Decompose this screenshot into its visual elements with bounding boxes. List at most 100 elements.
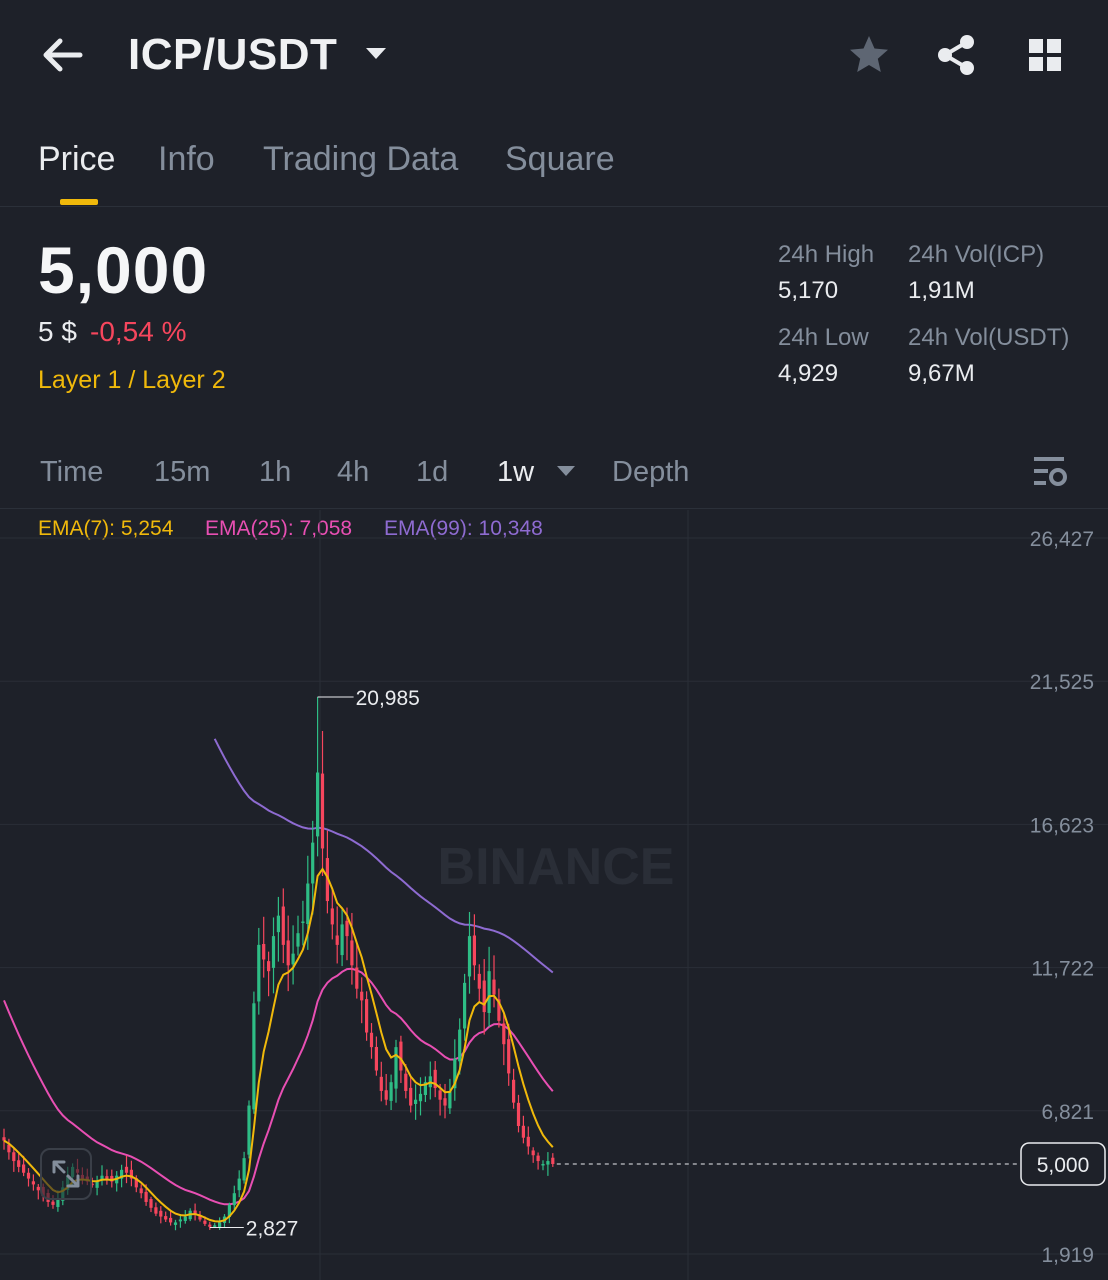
y-tick-label: 6,821 [1041, 1101, 1094, 1124]
interval-depth[interactable]: Depth [612, 456, 689, 489]
favorite-star-icon[interactable] [844, 30, 894, 80]
candle-body [105, 1176, 109, 1179]
chart-settings-icon[interactable] [1030, 452, 1070, 492]
candle-body [12, 1152, 16, 1162]
candle-body [384, 1090, 388, 1100]
pair-title[interactable]: ICP/USDT [128, 30, 337, 80]
candle-body [482, 980, 486, 1013]
candlestick-chart[interactable]: BINANCE 20,985 2,827 5,000 26,427 21,525 16,… [0, 510, 1108, 1280]
last-price: 5,000 [38, 233, 209, 307]
grid-menu-icon[interactable] [1020, 30, 1070, 80]
candle-body [281, 906, 285, 945]
candle-body [149, 1199, 153, 1208]
candle-body [183, 1216, 187, 1221]
candle-body [154, 1207, 158, 1214]
candle-body [374, 1046, 378, 1071]
category-tag[interactable]: Layer 1 / Layer 2 [38, 366, 226, 395]
candle-body [169, 1217, 173, 1223]
candle-body [360, 991, 364, 1001]
candle-body [541, 1163, 545, 1166]
candle-body [526, 1136, 530, 1147]
expand-chart-icon[interactable] [40, 1148, 92, 1200]
interval-caret-icon[interactable] [556, 464, 576, 483]
candle-body [51, 1201, 55, 1205]
candle-body [536, 1155, 540, 1162]
candle-body [463, 982, 467, 1029]
candle-body [502, 1023, 506, 1045]
interval-4h[interactable]: 4h [337, 456, 369, 489]
tab-info[interactable]: Info [158, 140, 215, 179]
y-tick-label: 26,427 [1030, 528, 1094, 551]
candle-body [448, 1090, 452, 1109]
candle-body [345, 920, 349, 937]
candle-body [409, 1087, 413, 1106]
candle-body [22, 1164, 26, 1173]
candle-body [399, 1041, 403, 1071]
back-arrow-icon[interactable] [36, 30, 92, 80]
candle-body [237, 1178, 241, 1191]
candle-body [438, 1090, 442, 1100]
candle-body [389, 1082, 393, 1101]
candle-body [477, 973, 481, 989]
candle-body [350, 940, 354, 966]
candle-body [512, 1079, 516, 1103]
candle-body [139, 1188, 143, 1194]
high-value: 5,170 [778, 277, 839, 304]
candle-body [458, 1029, 462, 1062]
candle-body [311, 842, 315, 884]
candle-body [369, 1032, 374, 1048]
interval-15m[interactable]: 15m [154, 456, 210, 489]
candle-body [467, 936, 472, 977]
candle-body [296, 933, 300, 947]
vol-usdt-label: 24h Vol(USDT) [908, 324, 1070, 351]
candle-body [320, 773, 325, 849]
candle-body [26, 1172, 31, 1179]
price-change-percent: -0,54 % [90, 316, 187, 347]
share-icon[interactable] [932, 30, 982, 80]
candle-body [178, 1219, 182, 1222]
candle-body [124, 1166, 129, 1173]
candle-body [521, 1125, 525, 1138]
interval-time[interactable]: Time [40, 456, 103, 489]
vol-usdt-value: 9,67M [908, 360, 975, 387]
candle-body [173, 1222, 178, 1225]
candle-body [232, 1193, 236, 1206]
candle-body [301, 921, 305, 924]
candle-body [443, 1098, 447, 1106]
tab-trading-data[interactable]: Trading Data [263, 140, 458, 179]
candle-body [262, 944, 266, 960]
interval-1w[interactable]: 1w [497, 456, 534, 489]
candle-body [414, 1099, 418, 1104]
candle-body [257, 944, 261, 1002]
pair-dropdown-caret-icon[interactable] [364, 44, 388, 64]
tab-divider [0, 206, 1108, 207]
candle-body [203, 1220, 207, 1224]
interval-divider [0, 508, 1108, 509]
low-label: 24h Low [778, 324, 869, 351]
active-tab-indicator [60, 199, 98, 205]
candle-body [472, 935, 476, 966]
candle-body [247, 1105, 251, 1155]
candle-body [335, 935, 339, 945]
candle-body [213, 1225, 217, 1227]
binance-watermark: BINANCE [438, 838, 675, 896]
candle-body [144, 1191, 148, 1202]
candle-body [507, 1039, 511, 1074]
current-price-label: 5,000 [1037, 1154, 1090, 1177]
high-label: 24h High [778, 241, 875, 268]
tab-square[interactable]: Square [505, 140, 615, 179]
candle-body [17, 1160, 21, 1167]
y-tick-label: 21,525 [1030, 671, 1094, 694]
candle-body [365, 999, 369, 1033]
candle-body [404, 1073, 408, 1091]
candle-body [492, 979, 496, 995]
tab-price[interactable]: Price [38, 140, 115, 179]
candle-body [487, 971, 491, 1013]
candle-body [551, 1157, 555, 1164]
price-markers: 20,985 2,827 5,000 [209, 687, 1106, 1240]
candle-body [330, 908, 334, 925]
candle-body [95, 1181, 99, 1188]
interval-1h[interactable]: 1h [259, 456, 291, 489]
interval-1d[interactable]: 1d [416, 456, 448, 489]
high-marker-label: 20,985 [356, 687, 420, 710]
